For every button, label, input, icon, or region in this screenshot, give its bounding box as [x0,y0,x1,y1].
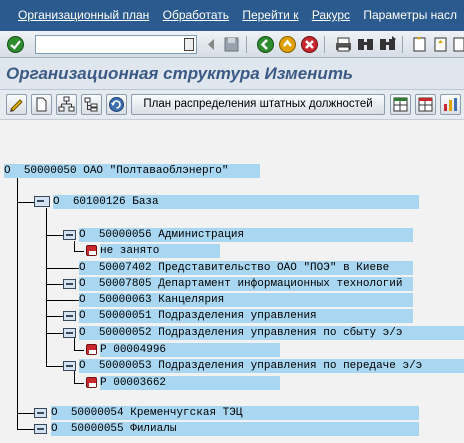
title-bar: Организационная структура Изменить [0,58,464,90]
folder-expanded-icon[interactable] [34,196,50,207]
tree-node-sales-position[interactable]: Р 00004996 [100,343,280,357]
collapse-arrow-icon[interactable] [202,35,221,54]
tree-node-baza[interactable]: О 60100126 База [53,195,419,209]
menu-bar: Организационный план Обработать Перейти … [0,0,464,31]
cancel-icon[interactable] [300,35,319,54]
position-icon [86,377,97,388]
tree-node-kremenchug[interactable]: О 50000054 Кременчугская ТЭЦ [51,406,419,420]
application-toolbar: План распределения штатных должностей [0,90,464,120]
tree-node-sales-units[interactable]: О 50000052 Подразделения управления по с… [79,326,464,340]
tree-node-transmission-units[interactable]: О 50000053 Подразделения управления по п… [79,359,464,373]
enter-icon[interactable] [6,35,25,54]
tree-node-administration[interactable]: О 50000056 Администрация [79,228,413,242]
tree-node-transmission-position[interactable]: Р 00003662 [100,376,280,390]
find-icon[interactable] [356,35,375,54]
command-field[interactable] [35,35,197,54]
tree-node-mgmt-units[interactable]: О 50000051 Подразделения управления [79,309,413,323]
page-title: Организационная структура Изменить [6,64,354,83]
folder-icon[interactable] [63,279,76,289]
folder-icon[interactable] [34,424,47,434]
folder-icon[interactable] [63,361,76,371]
tree-node-branches[interactable]: О 50000055 Филиалы [51,422,419,436]
tree-node-vacant[interactable]: не занято [100,244,220,258]
position-icon [86,245,97,256]
folder-icon[interactable] [63,311,76,321]
tree-node-rep-office[interactable]: О 50007402 Представительство ОАО "ПОЭ" в… [79,261,413,275]
bar-chart-icon[interactable] [440,94,461,115]
org-structure-tree: О 50000050 ОАО "Полтаваоблэнерго" О 6010… [0,121,464,443]
refresh-icon[interactable] [106,94,127,115]
back-icon[interactable] [256,35,275,54]
find-next-icon[interactable] [378,35,397,54]
save-icon[interactable] [222,35,241,54]
tree-node-it-dept[interactable]: О 50007805 Департамент информационных те… [79,277,413,291]
hierarchy-icon[interactable] [56,94,77,115]
structure-icon[interactable] [81,94,102,115]
prev-page-icon[interactable] [431,35,450,54]
exit-icon[interactable] [278,35,297,54]
folder-icon[interactable] [63,230,76,240]
menu-edit[interactable]: Обработать [163,0,229,31]
staff-assignment-icon[interactable] [415,94,436,115]
folder-icon[interactable] [34,408,47,418]
print-icon[interactable] [334,35,353,54]
menu-org-plan[interactable]: Организационный план [18,0,149,31]
tree-node-root[interactable]: О 50000050 ОАО "Полтаваоблэнерго" [4,164,260,178]
create-document-icon[interactable] [31,94,52,115]
change-pencil-icon[interactable] [6,94,27,115]
command-history-dropdown[interactable] [184,38,194,51]
position-icon [86,344,97,355]
first-page-icon[interactable] [410,35,429,54]
next-page-icon[interactable] [452,35,464,54]
menu-settings[interactable]: Параметры насл [363,0,457,31]
folder-icon[interactable] [63,328,76,338]
menu-view[interactable]: Ракурс [312,0,350,31]
menu-goto[interactable]: Перейти к [242,0,298,31]
position-table-icon[interactable] [390,94,411,115]
system-toolbar [0,31,464,58]
staffing-plan-button[interactable]: План распределения штатных должностей [131,94,385,115]
tree-node-chancellery[interactable]: О 50000063 Канцелярия [79,293,413,307]
